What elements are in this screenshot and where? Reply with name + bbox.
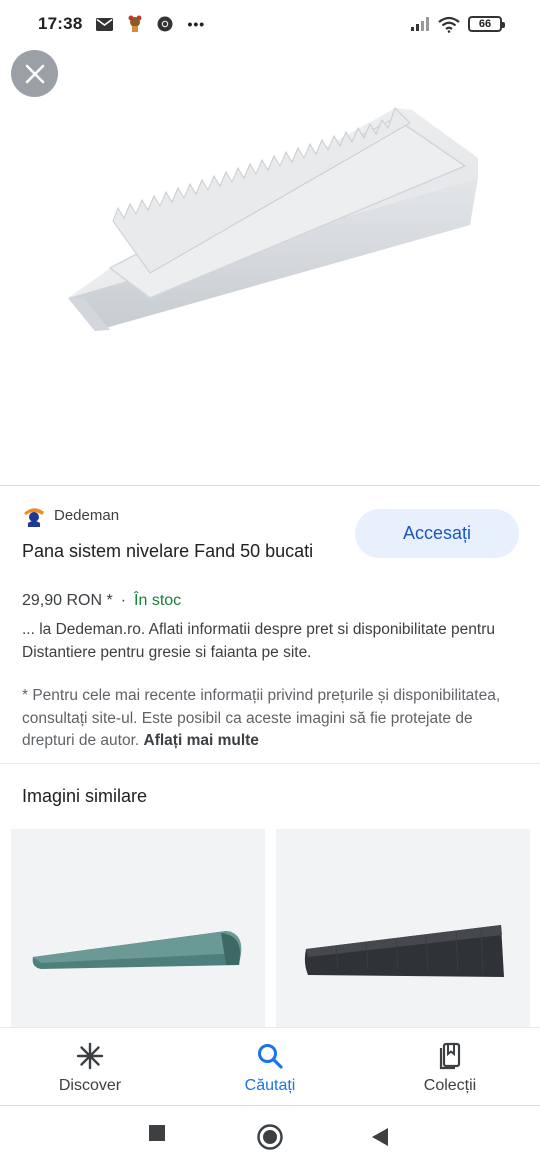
signal-icon — [410, 16, 430, 32]
separator: · — [120, 592, 127, 609]
product-image[interactable] — [0, 48, 540, 485]
divider — [0, 485, 540, 486]
status-time: 17:38 — [38, 14, 83, 33]
close-button[interactable] — [11, 50, 58, 97]
back-icon — [372, 1128, 388, 1146]
similar-image-card[interactable] — [276, 829, 530, 1029]
home-button[interactable] — [256, 1123, 284, 1151]
battery-icon: 66 — [468, 16, 505, 32]
disclaimer: * Pentru cele mai recente informații pri… — [22, 685, 527, 753]
status-bar: 17:38 ••• 66 — [0, 0, 540, 48]
app-notification-icon — [127, 15, 143, 33]
nav-collections[interactable]: Colecții — [360, 1028, 540, 1105]
product-title[interactable]: Pana sistem nivelare Fand 50 bucati — [22, 537, 322, 565]
price-row: 29,90 RON * · În stoc — [22, 592, 181, 610]
chrome-icon — [157, 16, 173, 32]
divider — [0, 763, 540, 764]
search-icon — [258, 1044, 283, 1069]
image-viewer-screen: 17:38 ••• 66 Dedeman Pana sistem nivelar… — [0, 0, 540, 1170]
nav-label: Colecții — [423, 1077, 477, 1094]
nav-label: Căutați — [244, 1077, 296, 1094]
bottom-navigation: Discover Căutați Colecții — [0, 1027, 540, 1105]
status-left: 17:38 ••• — [38, 14, 205, 34]
mail-icon — [96, 17, 114, 31]
price: 29,90 RON * — [22, 592, 113, 609]
status-right: 66 — [410, 16, 505, 33]
similar-image-card[interactable] — [11, 829, 265, 1029]
home-icon — [257, 1124, 283, 1150]
similar-images-title: Imagini similare — [22, 786, 148, 806]
stock-status: În stoc — [134, 592, 182, 609]
teal-wedge-image — [32, 931, 242, 969]
visit-button[interactable]: Accesați — [355, 509, 519, 558]
source-name: Dedeman — [54, 506, 120, 524]
collections-icon — [439, 1042, 461, 1070]
nav-discover[interactable]: Discover — [0, 1028, 180, 1105]
nav-label: Discover — [58, 1077, 122, 1094]
discover-icon — [76, 1042, 104, 1070]
disclaimer-text: * Pentru cele mai recente informații pri… — [22, 687, 501, 749]
source-row[interactable]: Dedeman — [22, 503, 119, 527]
recents-icon — [149, 1125, 165, 1141]
nav-search[interactable]: Căutați — [180, 1028, 360, 1105]
back-button[interactable] — [371, 1127, 389, 1147]
close-icon — [25, 64, 44, 83]
wedge-illustration — [68, 107, 478, 331]
description: ... la Dedeman.ro. Aflati informatii des… — [22, 621, 495, 661]
recents-button[interactable] — [148, 1124, 166, 1142]
dedeman-logo-icon — [24, 508, 44, 527]
wifi-icon — [438, 16, 460, 33]
more-icon: ••• — [187, 16, 206, 32]
black-wedge-image — [304, 925, 504, 977]
learn-more-link[interactable]: Aflați mai multe — [144, 732, 259, 749]
